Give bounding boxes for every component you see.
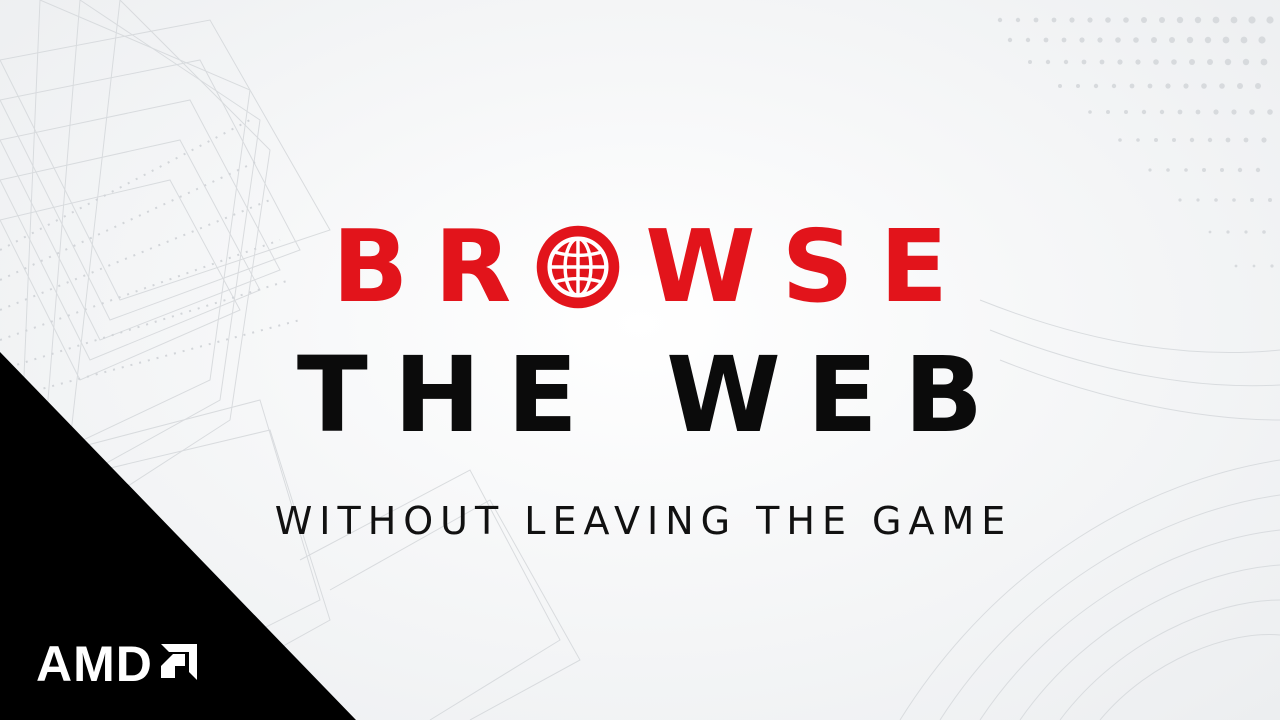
- title-card: BR WSE THE WEB WITHOUT LEAVING THE GAME …: [0, 0, 1280, 720]
- black-corner-triangle: [0, 352, 356, 720]
- amd-logo: AMD: [36, 638, 197, 690]
- amd-arrow-icon: [160, 644, 197, 680]
- amd-logo-text: AMD: [36, 636, 153, 692]
